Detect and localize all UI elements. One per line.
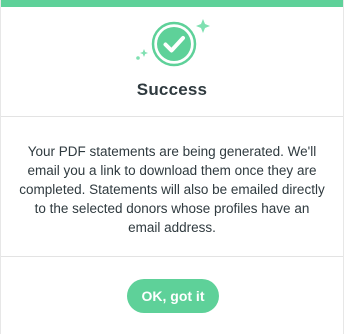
modal-footer: OK, got it: [1, 257, 343, 334]
sparkle-icon: [140, 49, 148, 57]
success-modal: Success Your PDF statements are being ge…: [0, 0, 344, 334]
sparkle-icon: [196, 19, 210, 33]
modal-message: Your PDF statements are being generated.…: [19, 144, 325, 235]
success-illustration: [1, 7, 343, 87]
ok-got-it-button[interactable]: OK, got it: [127, 279, 219, 313]
modal-header: Success: [1, 7, 343, 116]
success-check-icon: [136, 19, 210, 67]
modal-title: Success: [136, 80, 208, 99]
sparkle-dot-icon: [136, 56, 140, 60]
modal-top-accent-bar: [1, 0, 343, 7]
header-divider: [1, 116, 343, 117]
